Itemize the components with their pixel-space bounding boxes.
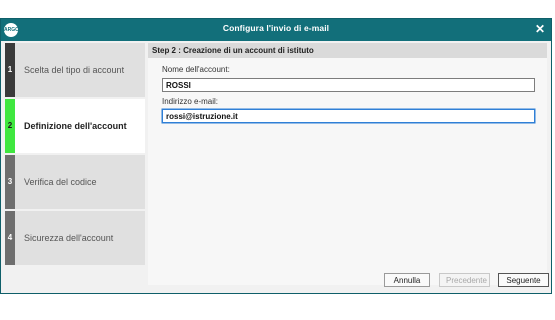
account-name-input[interactable] xyxy=(162,78,535,92)
step-content-panel: Step 2 : Creazione di un account di isti… xyxy=(148,43,547,285)
step-1-label: Scelta del tipo di account xyxy=(24,65,125,75)
step-3-number: 3 xyxy=(5,155,15,209)
steps-sidebar: 1 Scelta del tipo di account 2 Definizio… xyxy=(5,43,145,285)
step-1-number: 1 xyxy=(5,43,15,97)
step-2: 2 Definizione dell'account xyxy=(5,99,145,155)
step-3: 3 Verifica del codice xyxy=(5,155,145,211)
account-name-label: Nome dell'account: xyxy=(162,65,230,74)
previous-button[interactable]: Precedente xyxy=(439,273,490,287)
step-4-number: 4 xyxy=(5,211,15,265)
next-button[interactable]: Seguente xyxy=(498,273,549,287)
step-1: 1 Scelta del tipo di account xyxy=(5,43,145,99)
email-address-label: Indirizzo e-mail: xyxy=(162,97,219,106)
close-icon[interactable]: ✕ xyxy=(535,22,545,36)
step-2-number: 2 xyxy=(5,99,15,153)
email-address-input[interactable] xyxy=(162,109,535,123)
title-bar: ARGO Configura l'invio di e-mail ✕ xyxy=(1,19,551,41)
step-4: 4 Sicurezza dell'account xyxy=(5,211,145,267)
cancel-button[interactable]: Annulla xyxy=(384,273,430,287)
dialog-title: Configura l'invio di e-mail xyxy=(222,23,330,33)
step-3-label: Verifica del codice xyxy=(24,177,97,187)
step-header: Step 2 : Creazione di un account di isti… xyxy=(148,43,547,58)
step-4-label: Sicurezza dell'account xyxy=(24,233,114,243)
step-2-label: Definizione dell'account xyxy=(24,121,127,131)
